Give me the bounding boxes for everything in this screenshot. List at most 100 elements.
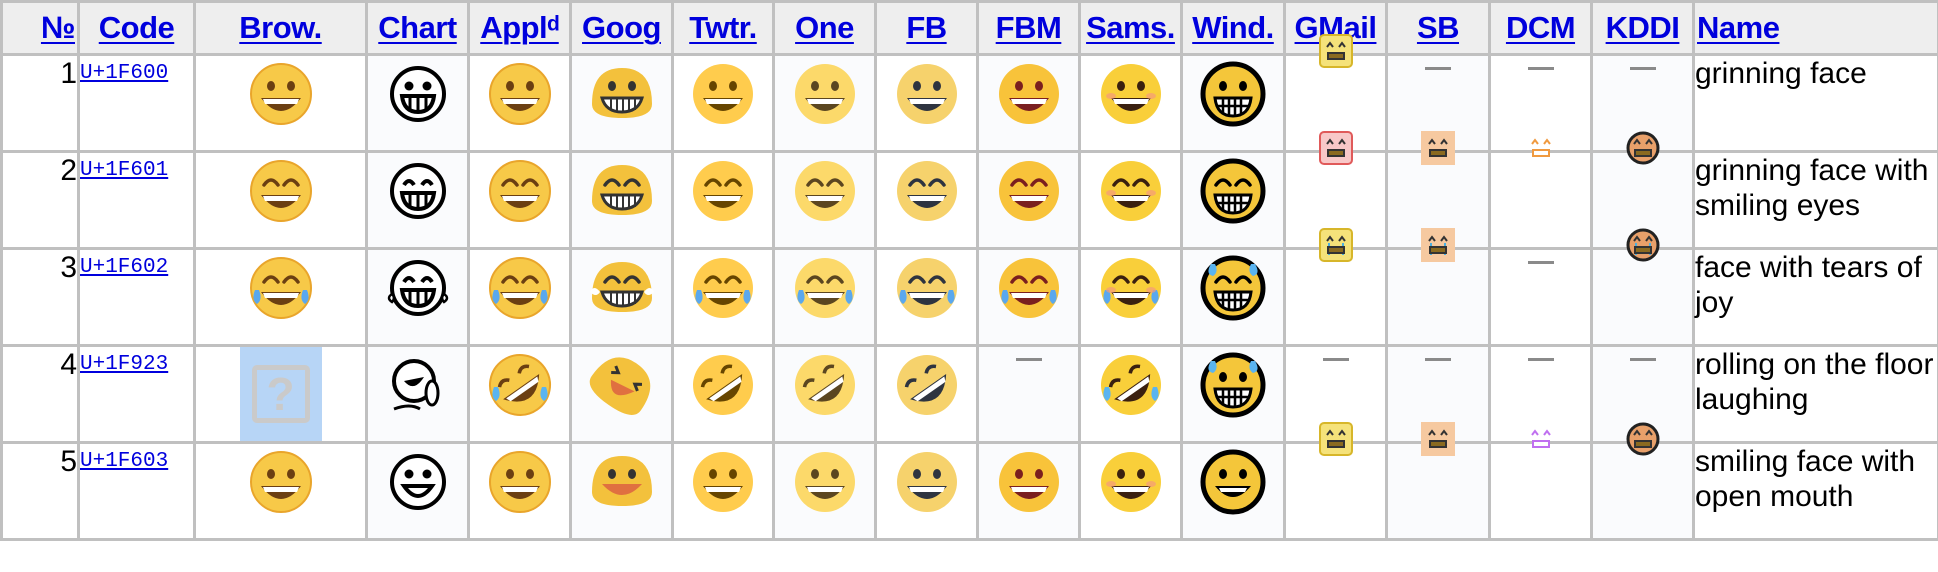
- table-body: 1 U+1F600 grinning face 2 U+1F601 grinning fa…: [0, 33, 1938, 541]
- sort-link-one[interactable]: One: [795, 10, 854, 45]
- tears-of-joy-icon: [889, 250, 965, 326]
- image-cell-appl: [467, 247, 572, 347]
- rofl-icon: [889, 347, 965, 423]
- image-cell-sb: [1385, 421, 1491, 541]
- smiley-face-icon: [1418, 419, 1458, 459]
- tears-of-joy-icon: [584, 250, 660, 326]
- image-cell-gmail: [1283, 421, 1388, 541]
- image-cell-brow: [193, 53, 368, 153]
- column-header-code: Code: [77, 0, 196, 56]
- codepoint-link[interactable]: U+1F603: [80, 450, 168, 473]
- row-number: 1: [0, 53, 80, 153]
- column-header-kddi: KDDI: [1590, 0, 1695, 56]
- sort-link-dcm[interactable]: DCM: [1506, 10, 1576, 45]
- image-cell-fbm: [976, 344, 1081, 444]
- image-cell-sams: [1078, 53, 1183, 153]
- image-cell-fb: [874, 150, 979, 250]
- tears-of-joy-icon: [787, 250, 863, 326]
- column-header-dcm: DCM: [1488, 0, 1593, 56]
- image-cell-fb: [874, 344, 979, 444]
- beaming-face-icon: [889, 153, 965, 229]
- rofl-icon: [584, 347, 660, 423]
- column-header-twtr: Twtr.: [671, 0, 775, 56]
- sort-link-chart[interactable]: Chart: [378, 10, 457, 45]
- tears-of-joy-icon: [685, 250, 761, 326]
- row-number: 5: [0, 441, 80, 541]
- not-available-dash: [1629, 67, 1656, 70]
- image-cell-chart: [365, 344, 470, 444]
- image-cell-sams: [1078, 247, 1183, 347]
- code-cell: U+1F602: [77, 247, 196, 347]
- sort-link-code[interactable]: Code: [99, 10, 175, 45]
- tears-of-joy-icon: [1623, 225, 1663, 265]
- sort-link-fbm[interactable]: FBM: [996, 10, 1062, 45]
- emoji-table: № Code Brow. Chart Applᵈ Goog Twtr. One FB FBM Sam…: [0, 0, 1938, 541]
- grinning-face-icon: [584, 56, 660, 132]
- image-cell-wind: [1180, 441, 1286, 541]
- rofl-icon: [1195, 347, 1271, 423]
- grinning-face-icon: [1316, 31, 1356, 71]
- code-cell: U+1F600: [77, 53, 196, 153]
- grinning-face-icon: [243, 56, 319, 132]
- image-cell-goog: [569, 150, 674, 250]
- smiley-face-icon: [1521, 419, 1561, 459]
- sort-link-twtr[interactable]: Twtr.: [689, 10, 757, 45]
- image-cell-chart: [365, 441, 470, 541]
- not-available-dash: [1425, 358, 1451, 361]
- row-number: 4: [0, 344, 80, 444]
- image-cell-sams: [1078, 344, 1183, 444]
- image-cell-wind: [1180, 150, 1286, 250]
- tears-of-joy-icon: [1195, 250, 1271, 326]
- beaming-face-icon: [685, 153, 761, 229]
- tears-of-joy-icon: [1418, 225, 1458, 265]
- codepoint-link[interactable]: U+1F602: [80, 256, 168, 279]
- codepoint-link[interactable]: U+1F600: [80, 62, 168, 85]
- beaming-face-icon: [991, 153, 1067, 229]
- image-cell-sams: [1078, 150, 1183, 250]
- smiley-face-icon: [889, 444, 965, 520]
- sort-link-name[interactable]: Name: [1697, 10, 1780, 45]
- smiley-face-icon: [1093, 444, 1169, 520]
- grinning-face-icon: [380, 56, 456, 132]
- image-cell-appl: [467, 344, 572, 444]
- smiley-face-icon: [380, 444, 456, 520]
- image-cell-kddi: [1590, 422, 1695, 541]
- image-cell-fbm: [976, 53, 1081, 153]
- image-cell-wind: [1180, 344, 1286, 444]
- column-header-sb: SB: [1385, 0, 1491, 56]
- not-available-dash: [1527, 67, 1554, 70]
- sort-link-kddi[interactable]: KDDI: [1606, 10, 1680, 45]
- sort-link-brow[interactable]: Brow.: [239, 10, 322, 45]
- sort-link-wind[interactable]: Wind.: [1192, 10, 1274, 45]
- emoji-name: rolling on the floor laughing: [1692, 344, 1938, 444]
- image-cell-appl: [467, 53, 572, 153]
- table-row: 5 U+1F603 smiling face with open mouth: [0, 421, 1938, 541]
- column-header-sams: Sams.: [1078, 0, 1183, 56]
- beaming-face-icon: [1093, 153, 1169, 229]
- image-cell-dcm: [1488, 247, 1593, 347]
- rofl-icon: [787, 347, 863, 423]
- image-cell-appl: [467, 441, 572, 541]
- sort-link-fb[interactable]: FB: [906, 10, 947, 45]
- sort-link-sams[interactable]: Sams.: [1086, 10, 1175, 45]
- sort-link-goog[interactable]: Goog: [582, 10, 661, 45]
- not-available-dash: [1527, 358, 1554, 361]
- codepoint-link[interactable]: U+1F601: [80, 159, 168, 182]
- image-cell-chart: [365, 150, 470, 250]
- grinning-face-icon: [685, 56, 761, 132]
- image-cell-twtr: [671, 441, 775, 541]
- smiley-face-icon: [1316, 419, 1356, 459]
- sort-link-sb[interactable]: SB: [1417, 10, 1460, 45]
- sort-link-num[interactable]: №: [41, 10, 76, 45]
- image-cell-sb: [1385, 227, 1491, 347]
- row-number: 2: [0, 150, 80, 250]
- codepoint-link[interactable]: U+1F923: [80, 353, 168, 376]
- image-cell-fb: [874, 247, 979, 347]
- column-header-fb: FB: [874, 0, 979, 56]
- sort-link-appl[interactable]: Applᵈ: [480, 10, 559, 45]
- image-cell-sams: [1078, 441, 1183, 541]
- smiley-face-icon: [1623, 419, 1663, 459]
- emoji-name: grinning face with smiling eyes: [1692, 150, 1938, 250]
- image-cell-twtr: [671, 344, 775, 444]
- beaming-face-icon: [1418, 128, 1458, 168]
